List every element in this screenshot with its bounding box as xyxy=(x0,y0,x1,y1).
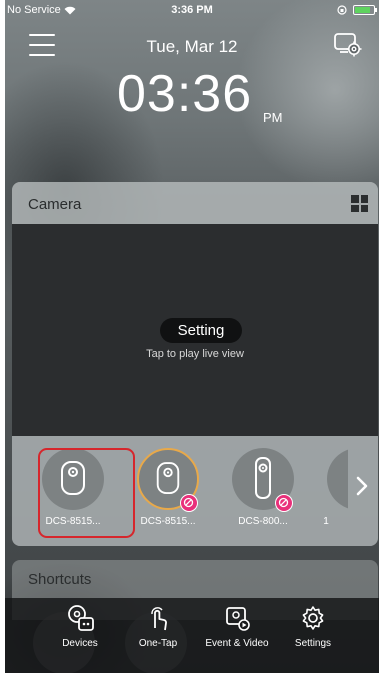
camera-card-title: Camera xyxy=(28,196,82,213)
status-bar: No Service 3:36 PM xyxy=(5,0,379,20)
devices-icon xyxy=(68,605,94,631)
device-thumbnail xyxy=(327,448,348,510)
date-label: Tue, Mar 12 xyxy=(146,37,238,56)
tab-label: Event & Video xyxy=(205,638,269,649)
bottom-tab-bar: Devices One-Tap Event & Video Settings xyxy=(5,598,379,673)
status-right xyxy=(337,5,377,15)
event-video-icon xyxy=(226,607,250,631)
battery-fill xyxy=(355,7,370,13)
one-tap-icon xyxy=(151,607,167,631)
tab-settings[interactable]: Settings xyxy=(278,604,348,664)
chevron-right-icon[interactable] xyxy=(352,474,372,498)
orientation-lock-icon xyxy=(337,5,347,15)
device-item-3[interactable]: DCS-800... xyxy=(223,444,303,536)
clock-time: 03:36 xyxy=(117,65,253,123)
device-item-2[interactable]: DCS-8515... xyxy=(128,444,208,536)
device-label: 1 xyxy=(323,516,329,527)
gear-icon xyxy=(302,606,324,630)
tab-label: Devices xyxy=(62,638,98,649)
status-time: 3:36 PM xyxy=(171,4,213,16)
background-light xyxy=(235,0,379,190)
tab-one-tap[interactable]: One-Tap xyxy=(123,604,193,664)
grid-view-icon[interactable] xyxy=(351,195,368,212)
shortcuts-title: Shortcuts xyxy=(28,571,92,588)
tab-label: One-Tap xyxy=(138,638,178,649)
live-view-area[interactable]: Setting Tap to play live view xyxy=(12,224,378,436)
tap-to-play-hint: Tap to play live view xyxy=(146,348,244,360)
tab-event-video[interactable]: Event & Video xyxy=(202,604,272,664)
battery-icon xyxy=(353,5,377,15)
device-label: DCS-8515... xyxy=(140,516,196,527)
app-screen: No Service 3:36 PM Tue, Mar 12 03:36 PM xyxy=(5,0,379,673)
device-item-4[interactable]: 1 xyxy=(318,444,348,536)
tab-devices[interactable]: Devices xyxy=(45,604,115,664)
setting-status-pill: Setting xyxy=(160,318,242,343)
offline-badge-icon xyxy=(180,494,198,512)
hub-settings-icon[interactable] xyxy=(333,30,363,58)
clock-ampm: PM xyxy=(263,110,283,125)
device-label: DCS-800... xyxy=(238,516,288,527)
offline-badge-icon xyxy=(275,494,293,512)
camera-card-header: Camera xyxy=(12,182,378,224)
tab-label: Settings xyxy=(294,638,332,649)
selected-device-highlight xyxy=(38,448,135,538)
